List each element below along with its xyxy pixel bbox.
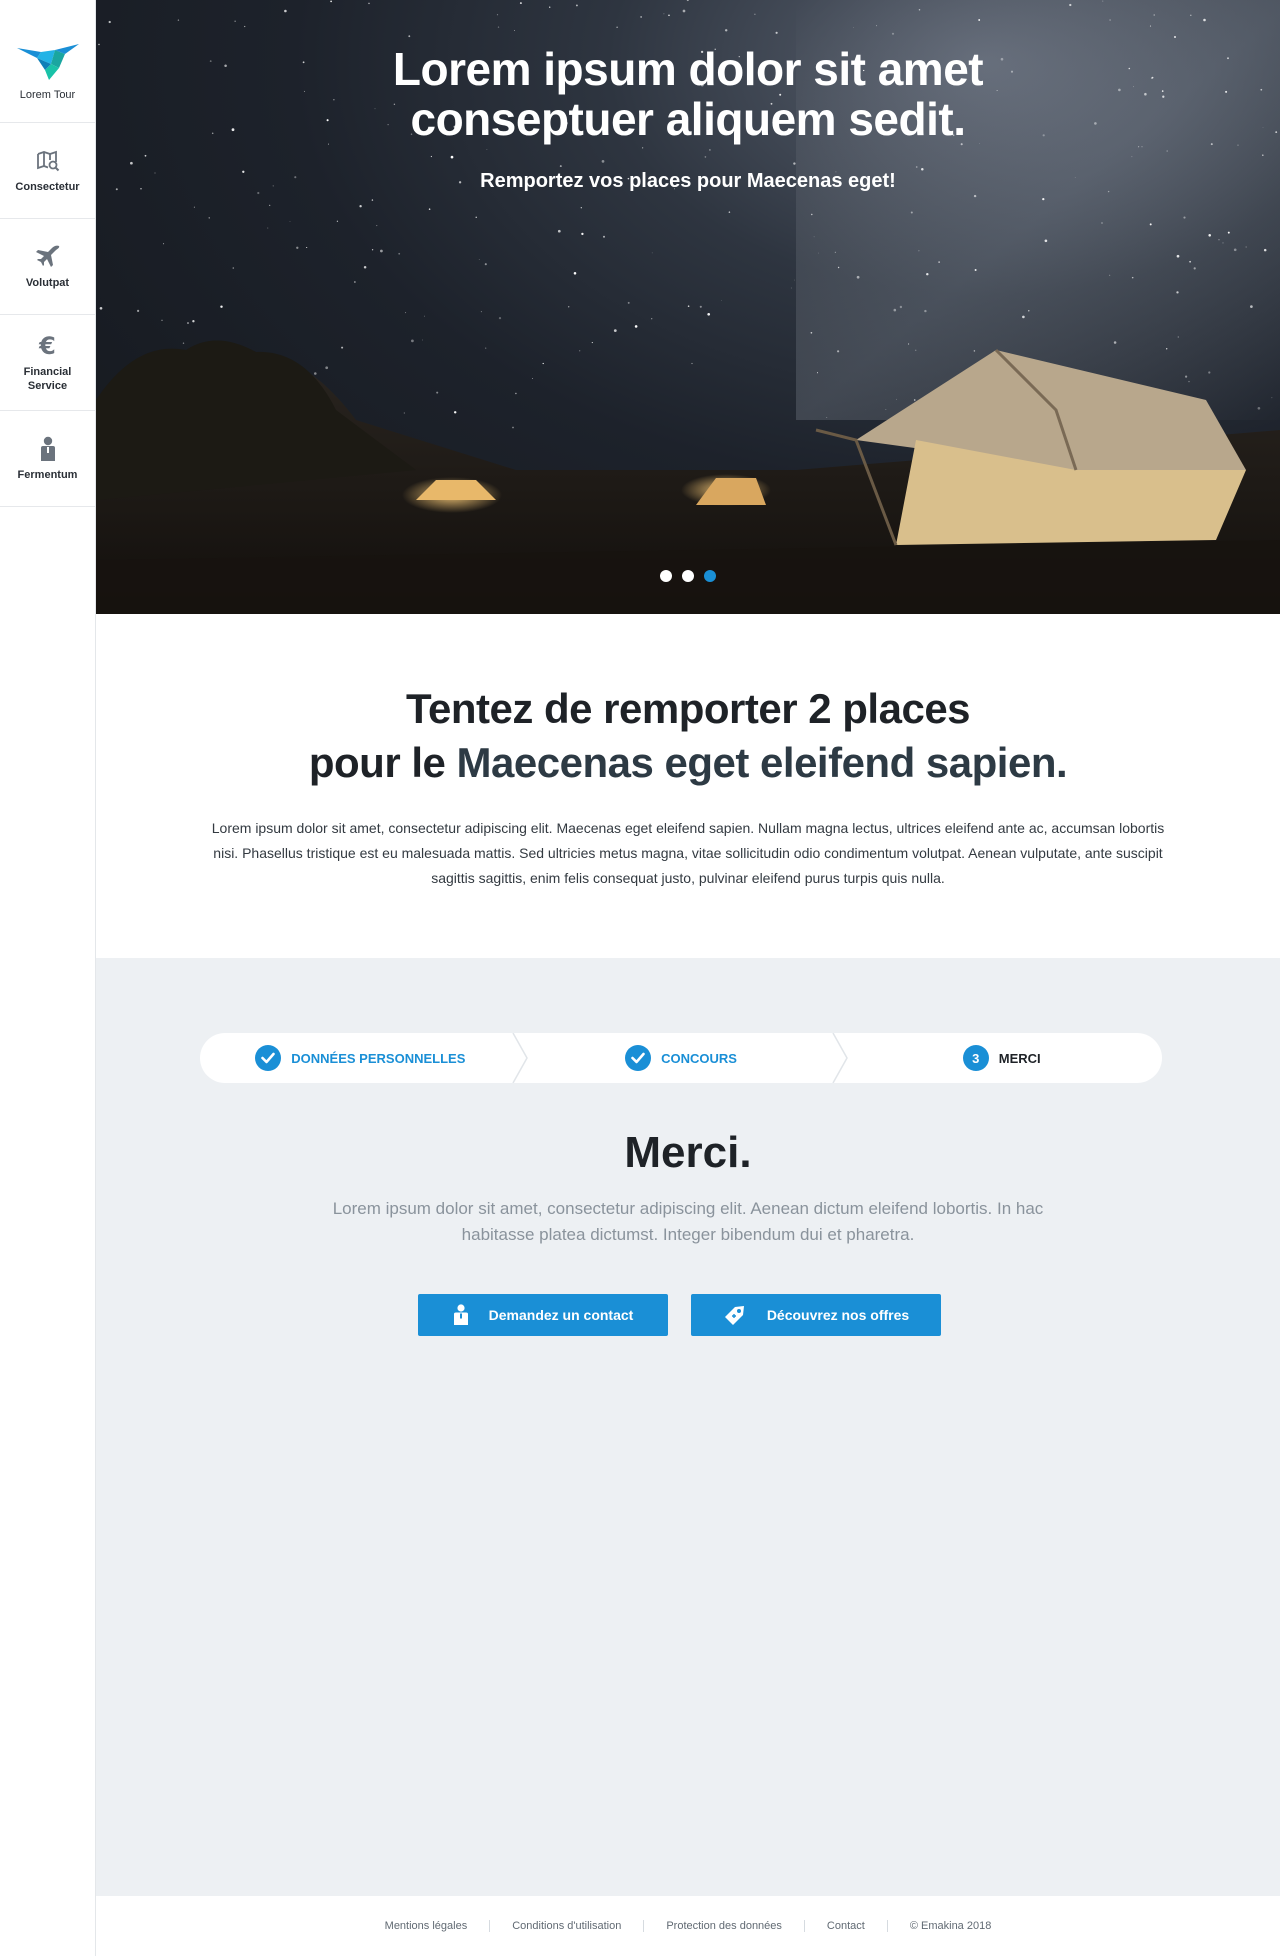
sidebar-item-volutpat[interactable]: Volutpat: [0, 219, 95, 315]
sidebar-item-label: Financial Service: [23, 365, 72, 392]
step-donnees-personnelles[interactable]: DONNÉES PERSONNELLES: [200, 1033, 528, 1083]
discover-offers-button[interactable]: Découvrez nos offres: [691, 1294, 941, 1336]
intro-heading-line-2b: Maecenas eget eleifend sapien.: [456, 739, 1068, 786]
carousel-dots: [96, 570, 1280, 582]
merci-paragraph: Lorem ipsum dolor sit amet, consectetur …: [332, 1199, 1044, 1244]
carousel-dot-1[interactable]: [660, 570, 672, 582]
intro-heading-line-2a: pour le: [308, 739, 457, 786]
sidebar-item-label: Consectetur: [15, 180, 80, 193]
intro-paragraph: Lorem ipsum dolor sit amet, consectetur …: [211, 820, 1165, 886]
logo-label: Lorem Tour: [19, 89, 76, 101]
intro-section: Tentez de remporter 2 places pour le Mae…: [96, 614, 1280, 958]
sidebar-item-fermentum[interactable]: Fermentum: [0, 411, 95, 507]
hero-title-line-2: conseptuer aliquem sedit.: [410, 93, 966, 145]
logo-link[interactable]: Lorem Tour: [0, 0, 95, 123]
footer-link-protection-donnees[interactable]: Protection des données: [643, 1920, 804, 1932]
euro-icon: €: [39, 331, 56, 360]
hummingbird-logo-icon: [16, 44, 79, 80]
step-separator-chevron: [512, 1033, 528, 1083]
carousel-dot-2[interactable]: [682, 570, 694, 582]
step-label: DONNÉES PERSONNELLES: [291, 1050, 466, 1066]
contact-request-button[interactable]: Demandez un contact: [418, 1294, 668, 1336]
map-search-icon: [35, 148, 61, 174]
sidebar-item-financial-service[interactable]: € Financial Service: [0, 315, 95, 411]
person-icon: [35, 436, 61, 462]
price-tag-icon: [723, 1304, 747, 1326]
check-icon: [625, 1045, 652, 1071]
intro-heading-line-1: Tentez de remporter 2 places: [405, 685, 971, 732]
intro-heading: Tentez de remporter 2 places pour le Mae…: [96, 682, 1280, 790]
carousel-dot-3[interactable]: [704, 570, 716, 582]
step-label: CONCOURS: [661, 1050, 737, 1066]
step-separator-chevron: [832, 1033, 849, 1083]
step-merci[interactable]: 3 MERCI: [841, 1033, 1162, 1083]
step-concours[interactable]: CONCOURS: [521, 1033, 849, 1083]
footer-copyright: © Emakina 2018: [886, 1920, 1014, 1932]
hero-title: Lorem ipsum dolor sit amet conseptuer al…: [96, 44, 1280, 144]
sidebar-item-label: Volutpat: [25, 276, 70, 289]
footer: Mentions légales Conditions d'utilisatio…: [96, 1896, 1280, 1956]
contact-request-button-label: Demandez un contact: [488, 1307, 634, 1323]
hero-title-line-1: Lorem ipsum dolor sit amet: [392, 43, 984, 95]
merci-heading: Merci.: [624, 1128, 752, 1177]
discover-offers-button-label: Découvrez nos offres: [766, 1307, 910, 1323]
check-icon: [255, 1045, 282, 1071]
person-icon: [453, 1304, 469, 1326]
hero-subtitle: Remportez vos places pour Maecenas eget!: [480, 170, 896, 192]
sidebar-item-label: Fermentum: [17, 468, 78, 481]
progress-steps: DONNÉES PERSONNELLES CONCOURS 3 MERCI: [200, 1033, 1162, 1083]
confirmation-section: DONNÉES PERSONNELLES CONCOURS 3 MERCI Me…: [96, 958, 1280, 1896]
step-label: MERCI: [998, 1050, 1041, 1066]
sidebar: Lorem Tour Consectetur Volutpat € Financ…: [0, 0, 96, 1956]
footer-link-contact[interactable]: Contact: [803, 1920, 887, 1932]
airplane-icon: [35, 244, 61, 270]
footer-link-conditions[interactable]: Conditions d'utilisation: [489, 1920, 643, 1932]
footer-link-mentions-legales[interactable]: Mentions légales: [363, 1920, 490, 1932]
sidebar-item-consectetur[interactable]: Consectetur: [0, 123, 95, 219]
step-number-badge: 3: [962, 1045, 989, 1071]
hero-banner: Lorem ipsum dolor sit amet conseptuer al…: [96, 0, 1280, 614]
